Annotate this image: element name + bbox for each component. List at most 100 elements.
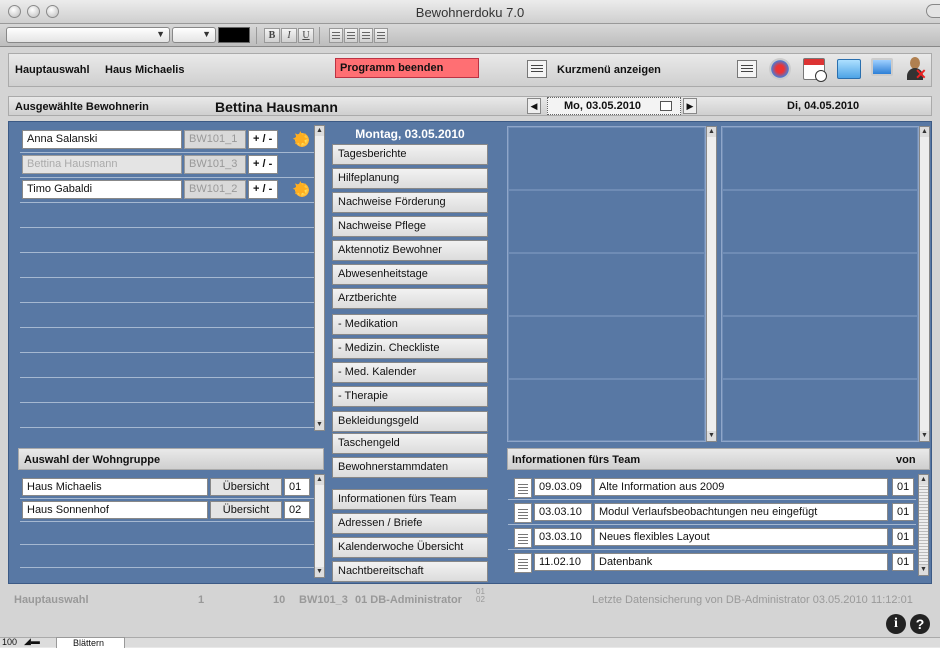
menu-item[interactable]: Aktennotiz Bewohner <box>332 240 488 261</box>
align-right-button[interactable] <box>359 28 373 43</box>
list-icon[interactable] <box>737 60 757 78</box>
document-icon[interactable] <box>514 553 532 573</box>
scroll-down-icon[interactable]: ▼ <box>920 431 929 441</box>
zoom-level[interactable]: 100 <box>2 637 17 647</box>
resident-scrollbar[interactable]: ▲ ▼ <box>314 125 325 431</box>
scroll-down-icon[interactable]: ▼ <box>315 567 324 577</box>
calendar-icon[interactable] <box>803 58 827 82</box>
toggle-button[interactable]: + / - <box>248 130 278 149</box>
scroll-up-icon[interactable]: ▲ <box>315 126 324 136</box>
resident-name-cell[interactable]: Timo Gabaldi <box>22 180 182 199</box>
grid-cell[interactable] <box>722 316 918 379</box>
menu-item[interactable]: Bekleidungsgeld <box>332 411 488 432</box>
grid-cell[interactable] <box>722 379 918 441</box>
grid-cell[interactable] <box>722 253 918 316</box>
info-icon[interactable]: i <box>886 614 906 634</box>
mode-tab[interactable]: Blättern <box>56 637 126 648</box>
computer-icon[interactable] <box>871 58 893 76</box>
list-item[interactable]: 03.03.10 Neues flexibles Layout 01 <box>508 525 916 550</box>
prev-day-button[interactable]: ◀ <box>527 98 541 114</box>
toolbar-toggle-button[interactable] <box>926 4 940 18</box>
next-day-button[interactable]: ▶ <box>683 98 697 114</box>
resident-name-cell[interactable]: Anna Salanski <box>22 130 182 149</box>
align-justify-button[interactable] <box>374 28 388 43</box>
menu-item[interactable]: - Medizin. Checkliste <box>332 338 488 359</box>
resident-name-cell[interactable]: Bettina Hausmann <box>22 155 182 174</box>
menu-item[interactable]: Abwesenheitstage <box>332 264 488 285</box>
list-item[interactable]: Anna Salanski BW101_1 + / - <box>20 127 314 153</box>
scroll-down-icon[interactable]: ▼ <box>315 420 324 430</box>
user-logout-icon[interactable]: ✕ <box>905 57 927 82</box>
grid-cell[interactable] <box>508 379 705 441</box>
scroll-up-icon[interactable]: ▲ <box>707 127 716 137</box>
list-item[interactable]: 03.03.10 Modul Verlaufsbeobachtungen neu… <box>508 500 916 525</box>
size-select[interactable]: ▼ <box>172 27 216 43</box>
list-item[interactable]: Haus Sonnenhof Übersicht 02 <box>20 499 314 522</box>
current-date-field[interactable]: Mo, 03.05.2010 <box>547 97 681 115</box>
document-icon[interactable] <box>514 503 532 523</box>
scroll-up-icon[interactable]: ▲ <box>315 475 324 485</box>
menu-item[interactable]: Informationen fürs Team <box>332 489 488 510</box>
menu-item[interactable]: - Therapie <box>332 386 488 407</box>
menu-list-icon[interactable] <box>527 60 547 78</box>
grid-cell[interactable] <box>508 190 705 253</box>
info-num: 01 <box>892 553 914 571</box>
menu-item[interactable]: Tagesberichte <box>332 144 488 165</box>
short-menu-button[interactable]: Kurzmenü anzeigen <box>557 64 661 76</box>
list-item[interactable]: 09.03.09 Alte Information aus 2009 01 <box>508 475 916 500</box>
bold-button[interactable]: B <box>264 28 280 43</box>
menu-item[interactable]: Nachweise Förderung <box>332 192 488 213</box>
day-grid-left-scrollbar[interactable]: ▲ ▼ <box>706 126 717 442</box>
menu-item[interactable]: Nachtbereitschaft <box>332 561 488 582</box>
menu-item[interactable]: Arztberichte <box>332 288 488 309</box>
underline-button[interactable]: U <box>298 28 314 43</box>
menu-item[interactable]: - Medikation <box>332 314 488 335</box>
document-icon[interactable] <box>514 528 532 548</box>
toggle-button[interactable]: + / - <box>248 180 278 199</box>
list-item[interactable]: Bettina Hausmann BW101_3 + / - <box>20 153 314 178</box>
view-mode-icon[interactable]: ◢▬ <box>24 636 40 647</box>
menu-item[interactable]: Kalenderwoche Übersicht <box>332 537 488 558</box>
grid-cell[interactable] <box>722 190 918 253</box>
menu-item[interactable]: Bewohnerstammdaten <box>332 457 488 478</box>
list-item[interactable]: 11.02.10 Datenbank 01 <box>508 550 916 575</box>
scroll-up-icon[interactable]: ▲ <box>920 127 929 137</box>
info-text[interactable]: Datenbank <box>594 553 888 571</box>
grid-cell[interactable] <box>508 127 705 190</box>
calendar-picker-icon[interactable] <box>660 101 672 111</box>
grid-cell[interactable] <box>508 316 705 379</box>
align-left-button[interactable] <box>329 28 343 43</box>
team-info-scrollbar[interactable]: ▲ ▼ <box>918 474 929 576</box>
menu-item[interactable]: Taschengeld <box>332 433 488 454</box>
window-icon[interactable] <box>837 59 861 79</box>
menu-item[interactable]: Hilfeplanung <box>332 168 488 189</box>
wohngruppe-scrollbar[interactable]: ▲ ▼ <box>314 474 325 578</box>
menu-item[interactable]: Adressen / Briefe <box>332 513 488 534</box>
overview-button[interactable]: Übersicht <box>210 478 282 496</box>
list-item[interactable]: Timo Gabaldi BW101_2 + / - <box>20 177 314 203</box>
menu-item[interactable]: Nachweise Pflege <box>332 216 488 237</box>
info-text[interactable]: Neues flexibles Layout <box>594 528 888 546</box>
toggle-button[interactable]: + / - <box>248 155 278 174</box>
grid-cell[interactable] <box>508 253 705 316</box>
info-text[interactable]: Modul Verlaufsbeobachtungen neu eingefüg… <box>594 503 888 521</box>
info-text[interactable]: Alte Information aus 2009 <box>594 478 888 496</box>
quit-button[interactable]: Programm beenden <box>335 58 479 78</box>
document-icon[interactable] <box>514 478 532 498</box>
menu-item[interactable]: - Med. Kalender <box>332 362 488 383</box>
scroll-down-icon[interactable]: ▼ <box>919 565 928 575</box>
scroll-down-icon[interactable]: ▼ <box>707 431 716 441</box>
align-center-button[interactable] <box>344 28 358 43</box>
scroll-up-icon[interactable]: ▲ <box>919 475 928 485</box>
network-icon[interactable] <box>769 58 791 80</box>
wohngruppe-name[interactable]: Haus Sonnenhof <box>22 501 208 519</box>
day-grid-right-scrollbar[interactable]: ▲ ▼ <box>919 126 930 442</box>
wohngruppe-name[interactable]: Haus Michaelis <box>22 478 208 496</box>
italic-button[interactable]: I <box>281 28 297 43</box>
grid-cell[interactable] <box>722 127 918 190</box>
color-picker[interactable] <box>218 27 250 43</box>
font-select[interactable]: ▼ <box>6 27 170 43</box>
help-icon[interactable]: ? <box>910 614 930 634</box>
overview-button[interactable]: Übersicht <box>210 501 282 519</box>
list-item[interactable]: Haus Michaelis Übersicht 01 <box>20 476 314 499</box>
